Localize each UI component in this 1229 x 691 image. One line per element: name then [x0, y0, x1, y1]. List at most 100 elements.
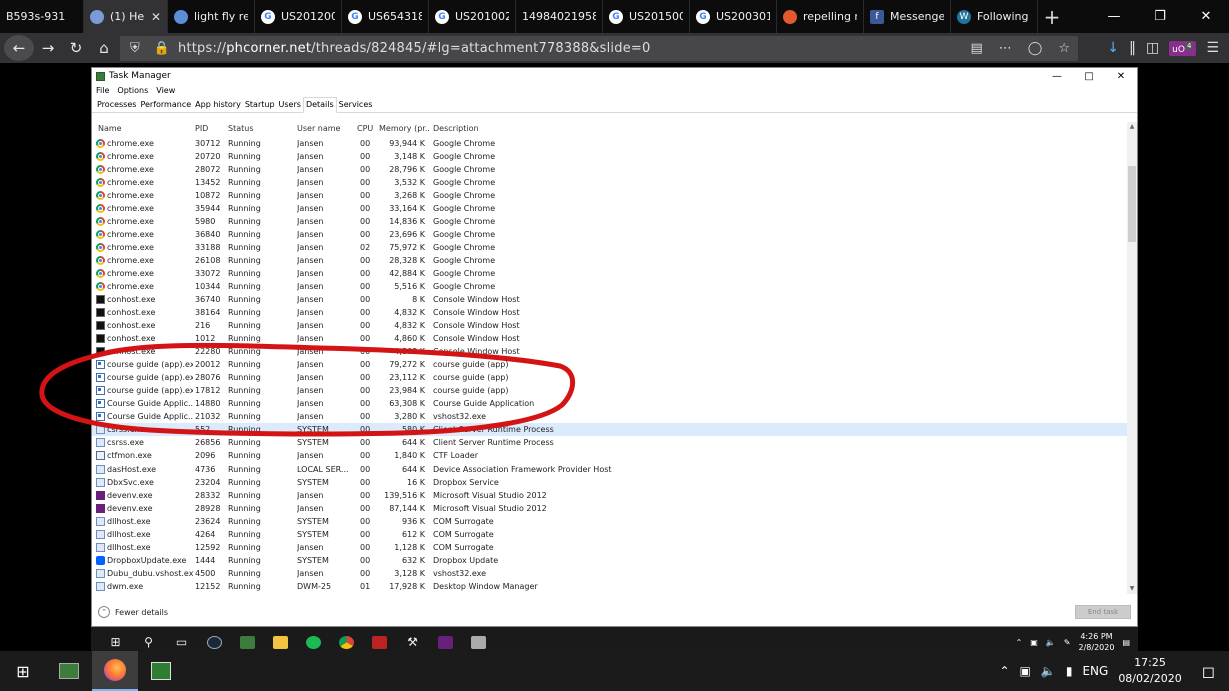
tab-app-history[interactable]: App history [193, 98, 243, 112]
table-row[interactable]: chrome.exe 30712 Running Jansen 00 93,944 K Go… [92, 137, 1127, 150]
table-row[interactable]: Dubu_dubu.vshost.exe 4500 Running Jansen 00 3… [92, 567, 1127, 580]
table-row[interactable]: conhost.exe 38164 Running Jansen 00 4,832 K Co… [92, 306, 1127, 319]
table-row[interactable]: chrome.exe 35944 Running Jansen 00 33,164 K Go… [92, 202, 1127, 215]
table-row[interactable]: chrome.exe 10344 Running Jansen 00 5,516 K Goo… [92, 280, 1127, 293]
table-row[interactable]: chrome.exe 26108 Running Jansen 00 28,328 K Go… [92, 254, 1127, 267]
tab-services[interactable]: Services [337, 98, 375, 112]
table-row[interactable]: chrome.exe 20720 Running Jansen 00 3,148 K Goo… [92, 150, 1127, 163]
network-icon[interactable]: ▣ [1020, 664, 1031, 678]
column-header-description[interactable]: Description [433, 124, 733, 133]
end-task-button[interactable]: End task [1075, 605, 1131, 619]
browser-tab[interactable]: (1) Hel ✕ [84, 0, 168, 33]
tab-close-icon[interactable]: ✕ [151, 10, 161, 24]
tracking-shield-icon[interactable]: ⛨ [130, 41, 140, 56]
tm-restore-button[interactable]: □ [1073, 68, 1105, 84]
browser-tab[interactable]: light fly re [168, 0, 255, 33]
tab-performance[interactable]: Performance [138, 98, 193, 112]
table-row[interactable]: dllhost.exe 4264 Running SYSTEM 00 612 K COM S… [92, 528, 1127, 541]
scrollbar-thumb[interactable] [1128, 166, 1136, 242]
table-row[interactable]: ctfmon.exe 2096 Running Jansen 00 1,840 K CTF … [92, 449, 1127, 462]
table-row[interactable]: conhost.exe 36740 Running Jansen 00 8 K Consol… [92, 293, 1127, 306]
tab-users[interactable]: Users [277, 98, 303, 112]
column-header-name[interactable]: Name [98, 124, 193, 133]
pocket-icon[interactable]: ◯ [1028, 41, 1043, 56]
tab-startup[interactable]: Startup [243, 98, 277, 112]
table-row[interactable]: Course Guide Applic... 21032 Running Jansen… [92, 410, 1127, 423]
extension-icon[interactable]: uO 4 [1169, 40, 1197, 56]
forward-button[interactable]: → [34, 34, 62, 62]
reader-view-icon[interactable]: ▤ [970, 41, 982, 56]
lock-icon[interactable]: 🔒 [154, 41, 170, 56]
restore-button[interactable]: ❐ [1137, 0, 1183, 33]
column-header-cpu[interactable]: CPU [357, 124, 377, 133]
browser-tab[interactable]: G US200301 [690, 0, 777, 33]
volume-icon[interactable]: 🔈 [1041, 664, 1056, 678]
language-indicator[interactable]: ENG [1082, 664, 1108, 678]
browser-tab[interactable]: G US201500 [603, 0, 690, 33]
table-row[interactable]: chrome.exe 28072 Running Jansen 00 28,796 K Go… [92, 163, 1127, 176]
table-row[interactable]: csrss.exe 26856 Running SYSTEM 00 644 K Client… [92, 436, 1127, 449]
browser-tab[interactable]: G US201002 [429, 0, 516, 33]
sidebar-icon[interactable]: ◫ [1146, 40, 1159, 56]
column-header-user[interactable]: User name [297, 124, 353, 133]
scroll-up-icon[interactable]: ▲ [1127, 122, 1137, 132]
downloads-icon[interactable]: ↓ [1107, 40, 1119, 56]
table-row[interactable]: course guide (app).exe 20012 Running Jansen… [92, 358, 1127, 371]
taskbar-app-icon[interactable] [46, 651, 92, 691]
table-row[interactable]: conhost.exe 216 Running Jansen 00 4,832 K Cons… [92, 319, 1127, 332]
table-row[interactable]: chrome.exe 10872 Running Jansen 00 3,268 K Goo… [92, 189, 1127, 202]
clock[interactable]: 17:25 08/02/2020 [1118, 655, 1181, 687]
table-row[interactable]: DropboxUpdate.exe 1444 Running SYSTEM 00 632 … [92, 554, 1127, 567]
table-row[interactable]: DbxSvc.exe 23204 Running SYSTEM 00 16 K Dropbo… [92, 476, 1127, 489]
table-row[interactable]: conhost.exe 22280 Running Jansen 00 4,868 K Co… [92, 345, 1127, 358]
page-actions-icon[interactable]: ⋯ [999, 41, 1012, 56]
browser-tab[interactable]: W Following [951, 0, 1038, 33]
table-row[interactable]: devenv.exe 28332 Running Jansen 00 139,516 K M… [92, 489, 1127, 502]
taskbar-chart-app-icon[interactable] [138, 651, 184, 691]
tab-processes[interactable]: Processes [95, 98, 138, 112]
grid-vertical-scrollbar[interactable]: ▲ ▼ [1127, 122, 1137, 594]
table-row[interactable]: chrome.exe 5980 Running Jansen 00 14,836 K Goo… [92, 215, 1127, 228]
browser-tab[interactable]: 149840219585 [516, 0, 603, 33]
table-row[interactable]: course guide (app).exe 28076 Running Jansen… [92, 371, 1127, 384]
url-bar[interactable]: ⛨ 🔒 https://phcorner.net/threads/824845/… [120, 36, 1078, 61]
windows-start-icon[interactable]: ⊞ [0, 651, 46, 691]
menu-icon[interactable]: ☰ [1206, 40, 1219, 56]
taskbar-firefox-icon[interactable] [92, 651, 138, 691]
library-icon[interactable]: ‖ [1129, 40, 1136, 56]
tm-close-button[interactable]: ✕ [1105, 68, 1137, 84]
table-row[interactable]: chrome.exe 36840 Running Jansen 00 23,696 K Go… [92, 228, 1127, 241]
table-row[interactable]: Course Guide Applic... 14880 Running Jansen… [92, 397, 1127, 410]
menu-item-file[interactable]: File [96, 86, 109, 95]
home-button[interactable]: ⌂ [90, 34, 118, 62]
fewer-details-button[interactable]: ⌃ Fewer details [98, 606, 168, 618]
close-button[interactable]: ✕ [1183, 0, 1229, 33]
menu-item-options[interactable]: Options [117, 86, 148, 95]
browser-tab[interactable]: G US201200 [255, 0, 342, 33]
table-row[interactable]: chrome.exe 33188 Running Jansen 02 75,972 K Go… [92, 241, 1127, 254]
table-row[interactable]: dllhost.exe 23624 Running SYSTEM 00 936 K COM … [92, 515, 1127, 528]
browser-tab[interactable]: G US654318 [342, 0, 429, 33]
column-header-status[interactable]: Status [228, 124, 292, 133]
table-row[interactable]: csrss.exe 552 Running SYSTEM 00 580 K Client S… [92, 423, 1127, 437]
column-header-memory[interactable]: Memory (pr... [379, 124, 429, 133]
table-row[interactable]: course guide (app).exe 17812 Running Jansen… [92, 384, 1127, 397]
browser-tab[interactable]: repelling r [777, 0, 864, 33]
url-text[interactable]: https://phcorner.net/threads/824845/#lg=… [178, 41, 650, 56]
tm-minimize-button[interactable]: — [1041, 68, 1073, 84]
column-header-pid[interactable]: PID [195, 124, 225, 133]
minimize-button[interactable]: — [1091, 0, 1137, 33]
scroll-down-icon[interactable]: ▼ [1127, 584, 1137, 594]
notification-center-icon[interactable]: ◻ [1202, 662, 1215, 681]
browser-tab[interactable]: B593s-931 [0, 0, 84, 33]
menu-item-view[interactable]: View [156, 86, 175, 95]
table-row[interactable]: chrome.exe 33072 Running Jansen 00 42,884 K Go… [92, 267, 1127, 280]
browser-tab[interactable]: f Messenge [864, 0, 951, 33]
table-row[interactable]: chrome.exe 13452 Running Jansen 00 3,532 K Goo… [92, 176, 1127, 189]
back-button[interactable]: ← [4, 35, 34, 61]
table-row[interactable]: devenv.exe 28928 Running Jansen 00 87,144 K Mi… [92, 502, 1127, 515]
bookmark-star-icon[interactable]: ☆ [1058, 41, 1070, 56]
table-row[interactable]: dwm.exe 12152 Running DWM-25 01 17,928 K Deskt… [92, 580, 1127, 592]
new-tab-button[interactable]: + [1038, 0, 1066, 33]
table-row[interactable]: conhost.exe 1012 Running Jansen 00 4,860 K Con… [92, 332, 1127, 345]
